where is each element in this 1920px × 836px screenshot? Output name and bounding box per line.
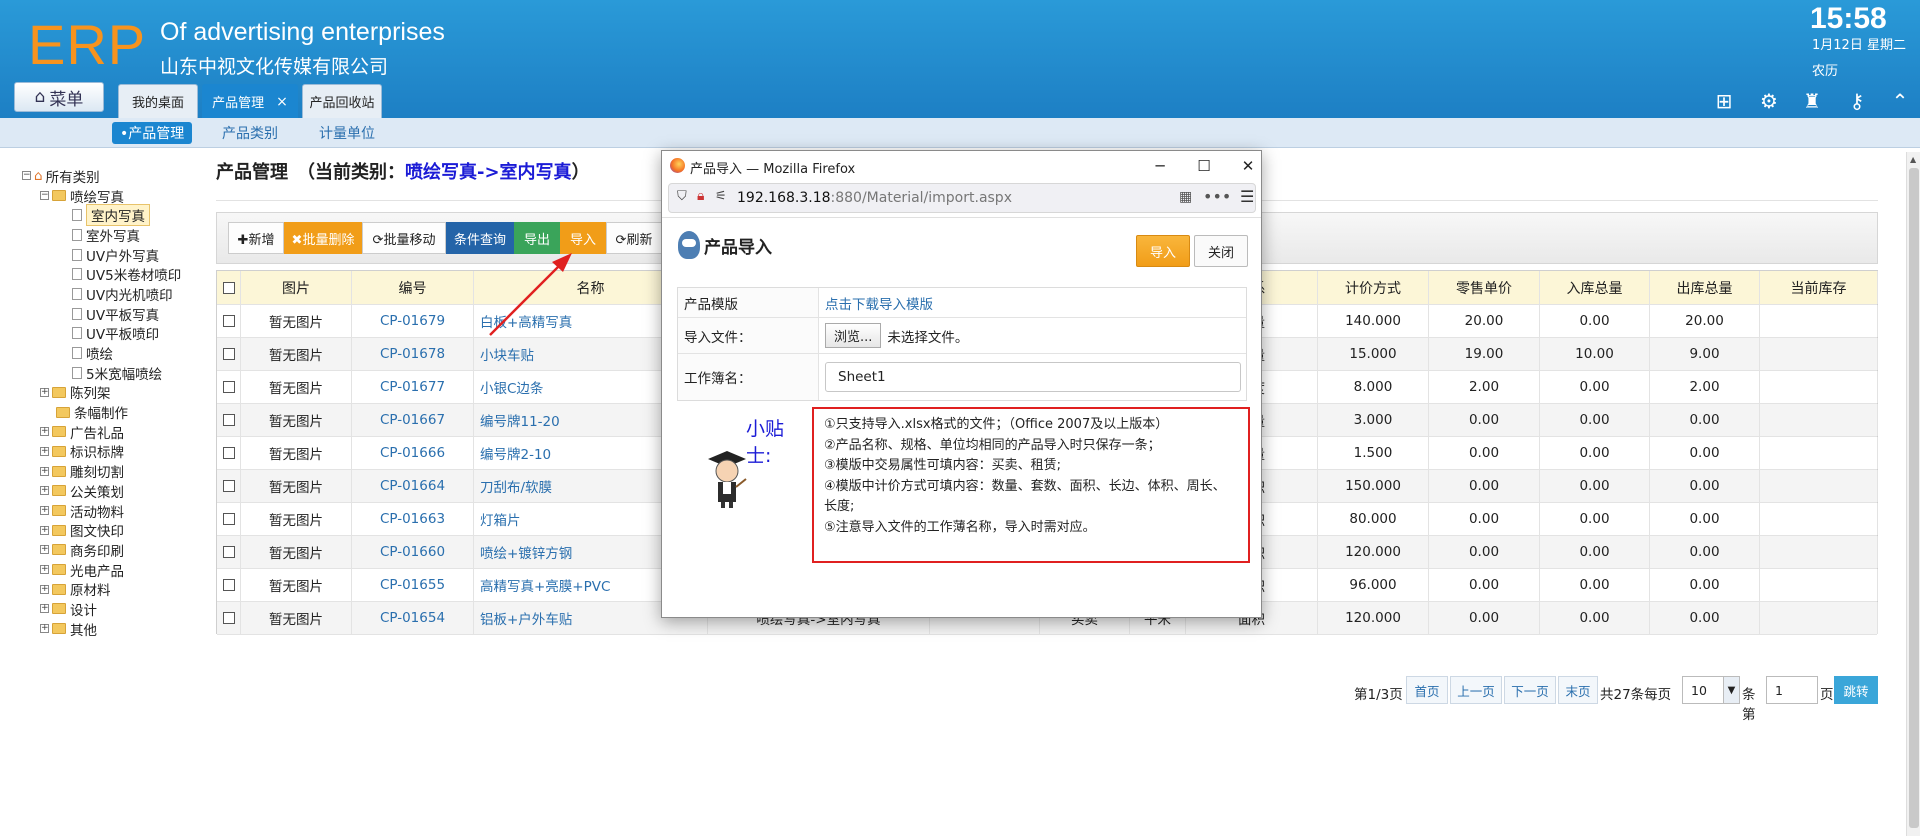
mascot-icon [678,231,700,259]
tip-item: ⑤注意导入文件的工作薄名称，导入时需对应。 [824,519,1096,535]
import-form: 产品模版 点击下载导入模版 导入文件： 浏览... 未选择文件。 工作簿名： Sh… [677,287,1247,401]
dialog-close-button[interactable]: 关闭 [1194,235,1248,267]
tip-item: ①只支持导入.xlsx格式的文件；（Office 2007及以上版本） [824,417,1169,432]
tips-label: 小贴士: [746,418,785,467]
permissions-icon[interactable]: ⚟ [715,189,727,204]
url-text[interactable]: 192.168.3.18:880/Material/import.aspx [737,190,1012,206]
minimize-icon[interactable]: ─ [1148,155,1172,177]
window-title: 产品导入 — Mozilla Firefox [690,162,856,177]
shield-icon[interactable]: ⛉ [677,189,687,204]
sheet-field-wrapper: Sheet1 [825,354,1241,400]
browse-button[interactable]: 浏览... [825,323,882,348]
no-file-text: 未选择文件。 [887,329,969,346]
more-icon[interactable]: ••• [1203,187,1231,206]
dialog-import-button[interactable]: 导入 [1136,235,1190,267]
dialog-heading-text: 产品导入 [704,237,772,258]
form-row-template: 产品模版 点击下载导入模版 [678,288,1246,318]
close-icon[interactable]: ✕ [1236,155,1260,177]
download-template-link[interactable]: 点击下载导入模版 [825,288,933,317]
window-titlebar: 产品导入 — Mozilla Firefox ─ ☐ ✕ [662,151,1261,181]
template-label: 产品模版 [678,288,819,317]
import-popup-window: 产品导入 — Mozilla Firefox ─ ☐ ✕ ⛉ 🔒︎ ⚟ 192.… [661,150,1262,618]
dialog-heading: 产品导入 [678,231,772,259]
tip-item: ④模版中计价方式可填内容：数量、套数、面积、长边、体积、周长、长度; [824,478,1226,515]
url-host: 192.168.3.18 [737,190,831,206]
annotation-arrow-to-import [489,259,566,336]
form-row-sheet: 工作簿名： Sheet1 [678,354,1246,400]
qr-code-icon[interactable]: ▦ [1179,189,1192,205]
teacher-mascot-icon [708,451,747,508]
url-bar[interactable]: ⛉ 🔒︎ ⚟ 192.168.3.18:880/Material/import.… [668,183,1256,213]
maximize-icon[interactable]: ☐ [1192,155,1216,177]
url-path: :880/Material/import.aspx [830,190,1012,206]
tip-item: ②产品名称、规格、单位均相同的产品导入时只保存一条； [824,437,1161,453]
form-row-file: 导入文件： 浏览... 未选择文件。 [678,318,1246,354]
file-input[interactable]: 浏览... 未选择文件。 [825,318,968,353]
sheet-name-input[interactable]: Sheet1 [825,362,1241,392]
firefox-icon [670,158,685,173]
hamburger-menu-icon[interactable]: ☰ [1240,187,1254,206]
insecure-lock-icon[interactable]: 🔒︎ [697,188,704,204]
file-label: 导入文件： [678,318,819,353]
tip-item: ③模版中交易属性可填内容：买卖、租赁; [824,458,1062,473]
sheet-label: 工作簿名： [678,354,819,400]
tips-box: ①只支持导入.xlsx格式的文件；（Office 2007及以上版本） ②产品名… [812,407,1250,563]
